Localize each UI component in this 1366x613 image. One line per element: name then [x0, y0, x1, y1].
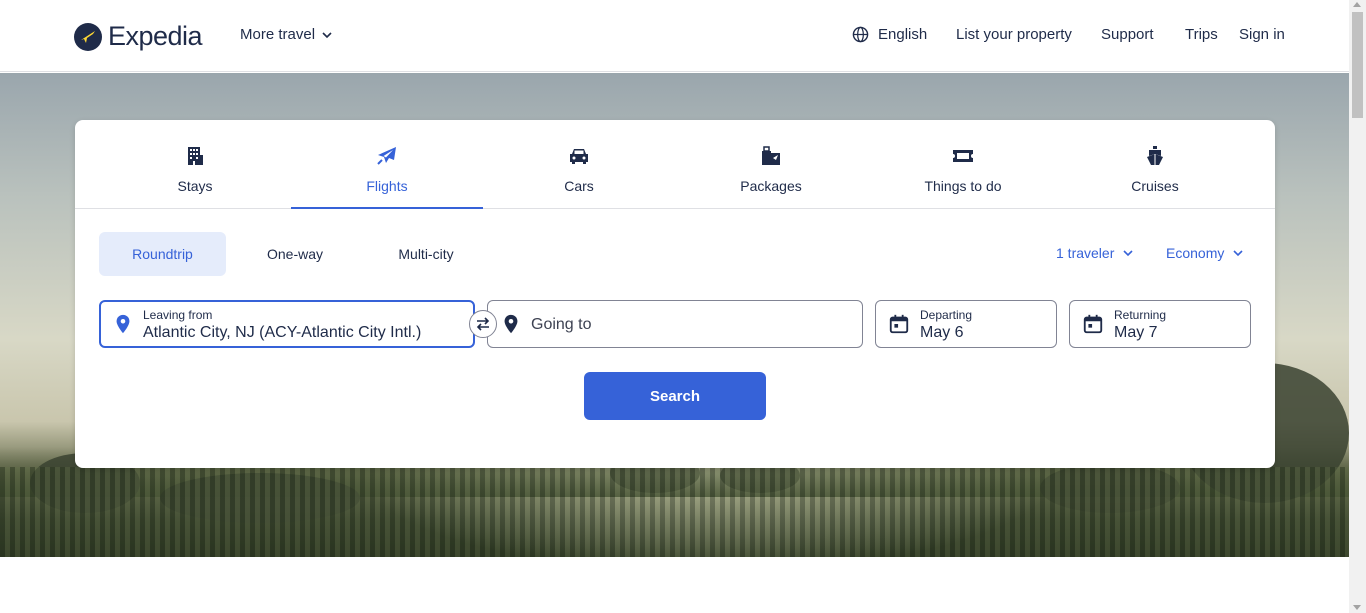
tab-label: Flights: [366, 178, 408, 194]
crop-field: [0, 467, 1349, 557]
chevron-down-icon: [322, 31, 332, 38]
tab-stays[interactable]: Stays: [99, 120, 291, 208]
page-scrollbar[interactable]: [1349, 0, 1366, 613]
ticket-icon: [953, 150, 973, 162]
scrollbar-thumb[interactable]: [1352, 12, 1363, 118]
tab-label: Stays: [177, 178, 213, 194]
returning-date-field[interactable]: Returning May 7: [1069, 300, 1251, 348]
going-to-placeholder: Going to: [531, 316, 592, 333]
multi-city-tab[interactable]: Multi-city: [365, 232, 487, 276]
chevron-down-icon: [1123, 250, 1133, 257]
expedia-logo[interactable]: Expedia: [74, 21, 203, 52]
site-header: Expedia More travel English List your pr…: [0, 0, 1349, 72]
list-your-property-link[interactable]: List your property: [956, 26, 1072, 43]
roundtrip-tab[interactable]: Roundtrip: [99, 232, 226, 276]
tab-things-to-do[interactable]: Things to do: [867, 120, 1059, 208]
map-pin-icon: [504, 314, 518, 334]
departing-value: May 6: [920, 324, 964, 341]
support-link[interactable]: Support: [1101, 26, 1154, 43]
departing-date-field[interactable]: Departing May 6: [875, 300, 1057, 348]
travelers-dropdown[interactable]: 1 traveler: [1056, 245, 1134, 261]
calendar-icon: [889, 314, 909, 334]
tab-cars[interactable]: Cars: [483, 120, 675, 208]
lob-tabs: Stays Flights Cars Packages Things to do…: [75, 120, 1275, 209]
tab-label: Cars: [564, 178, 594, 194]
language-selector[interactable]: English: [852, 26, 927, 43]
language-label: English: [878, 26, 928, 43]
search-card: Stays Flights Cars Packages Things to do…: [75, 120, 1275, 468]
sign-in-link[interactable]: Sign in: [1239, 26, 1285, 43]
plane-icon: [377, 147, 396, 165]
tab-flights[interactable]: Flights: [291, 120, 483, 209]
one-way-tab[interactable]: One-way: [235, 232, 355, 276]
trips-link[interactable]: Trips: [1185, 26, 1218, 43]
tab-packages[interactable]: Packages: [675, 120, 867, 208]
expedia-logo-icon: [74, 22, 102, 51]
tab-cruises[interactable]: Cruises: [1059, 120, 1251, 208]
cabin-class-label: Economy: [1166, 245, 1225, 261]
packages-icon: [762, 146, 780, 165]
more-travel-label: More travel: [240, 26, 316, 43]
building-icon: [188, 147, 203, 165]
leaving-from-label: Leaving from: [143, 308, 213, 322]
map-pin-icon: [116, 314, 130, 334]
tab-label: Things to do: [924, 178, 1002, 194]
calendar-icon: [1083, 314, 1103, 334]
leaving-from-field[interactable]: Leaving from Atlantic City, NJ (ACY-Atla…: [99, 300, 475, 348]
more-travel-menu[interactable]: More travel: [240, 26, 333, 43]
cabin-class-dropdown[interactable]: Economy: [1166, 245, 1244, 261]
chevron-down-icon: [1233, 250, 1243, 257]
logo-text: Expedia: [108, 21, 203, 51]
scroll-up-arrow-icon[interactable]: [1353, 2, 1361, 7]
swap-arrows-icon: [476, 317, 490, 331]
tab-label: Packages: [740, 178, 802, 194]
search-button[interactable]: Search: [584, 372, 766, 420]
cruise-icon: [1147, 146, 1163, 165]
travelers-label: 1 traveler: [1056, 245, 1115, 261]
globe-icon: [852, 26, 869, 43]
scroll-down-arrow-icon[interactable]: [1353, 605, 1361, 610]
swap-locations-button[interactable]: [469, 310, 497, 338]
leaving-from-value: Atlantic City, NJ (ACY-Atlantic City Int…: [143, 324, 422, 341]
car-icon: [570, 149, 588, 164]
departing-label: Departing: [920, 308, 973, 322]
tab-label: Cruises: [1131, 178, 1179, 194]
going-to-field[interactable]: Going to: [487, 300, 863, 348]
returning-value: May 7: [1114, 324, 1158, 341]
returning-label: Returning: [1114, 308, 1167, 322]
